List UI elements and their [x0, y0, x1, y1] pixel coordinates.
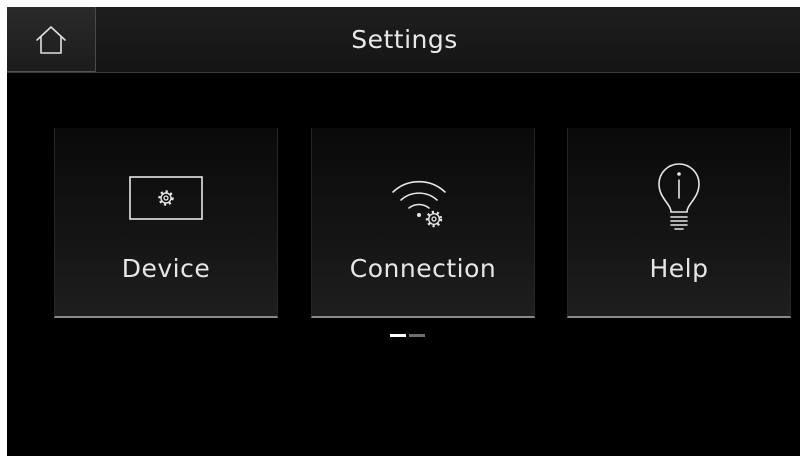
device-label: Device [121, 254, 211, 283]
header-bar: Settings [7, 7, 800, 73]
home-button[interactable] [7, 7, 96, 72]
page-indicator-dot[interactable] [409, 334, 425, 337]
help-tile[interactable]: Help [567, 128, 791, 318]
page-title: Settings [351, 25, 458, 54]
page-indicator-dot-active[interactable] [390, 334, 406, 337]
connection-tile[interactable]: Connection [311, 128, 535, 318]
device-tile[interactable]: Device [54, 128, 278, 318]
connection-label: Connection [349, 254, 497, 283]
settings-screen: Settings Device Connection Help [7, 7, 800, 456]
device-settings-icon [55, 158, 277, 238]
settings-tiles: Device Connection Help [7, 128, 800, 318]
home-icon [34, 25, 68, 55]
help-label: Help [649, 254, 709, 283]
page-indicator [390, 334, 425, 337]
wifi-settings-icon [312, 158, 534, 238]
lightbulb-info-icon [568, 158, 790, 238]
